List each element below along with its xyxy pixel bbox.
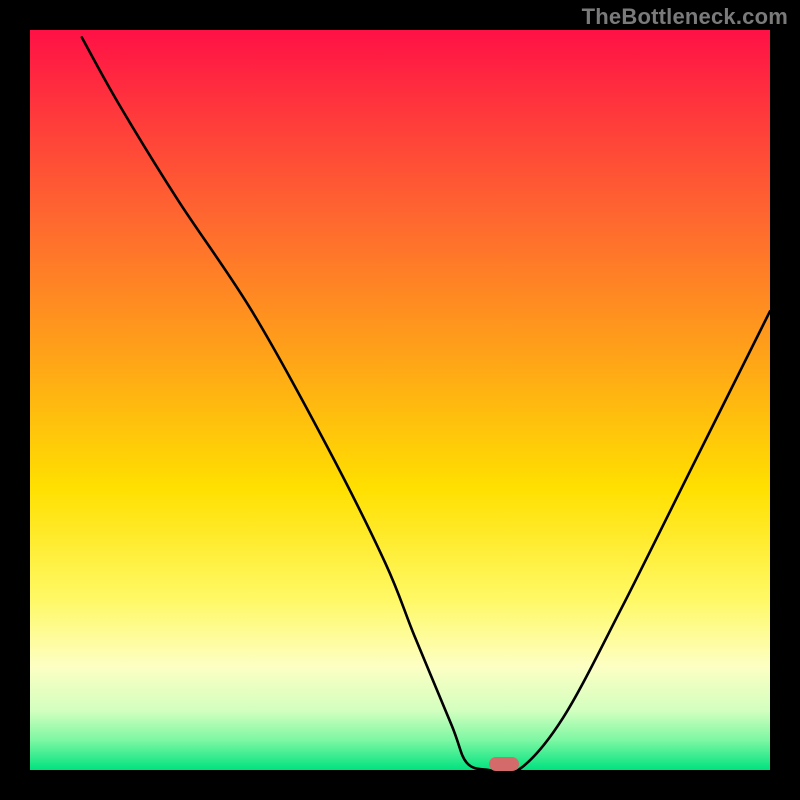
plot-area xyxy=(30,30,770,770)
curve-path xyxy=(82,37,770,774)
bottleneck-curve xyxy=(30,30,770,770)
chart-frame: TheBottleneck.com xyxy=(0,0,800,800)
watermark-label: TheBottleneck.com xyxy=(582,4,788,30)
optimal-marker xyxy=(489,757,519,771)
